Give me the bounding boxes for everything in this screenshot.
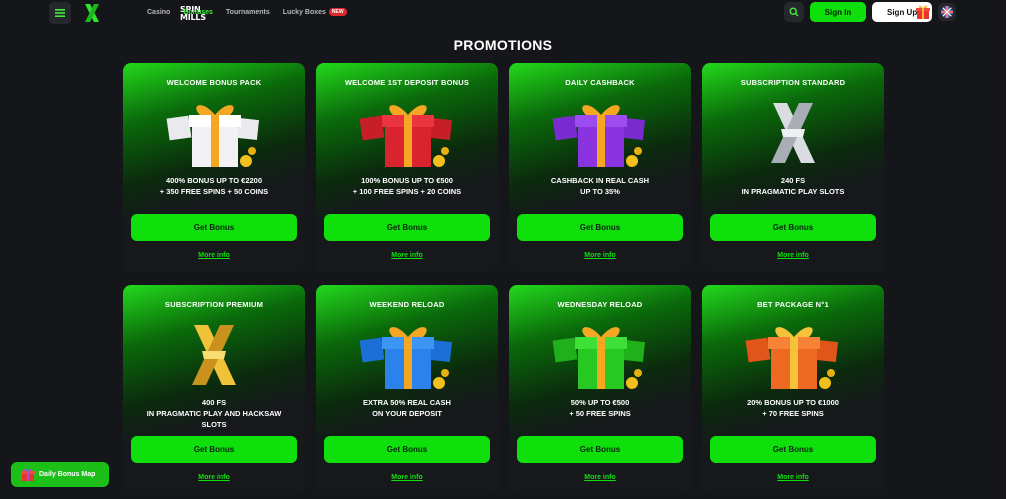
top-header: SPIN MILLS Casino Bonuses Tournaments Lu… — [0, 0, 1006, 26]
red-gift-icon — [359, 105, 452, 167]
search-icon — [789, 7, 799, 17]
more-info-link[interactable]: More info — [702, 252, 884, 259]
orange-gift-icon — [745, 327, 838, 389]
daily-bonus-map-button[interactable]: Daily Bonus Map — [11, 462, 109, 487]
nav-lucky-boxes-label: Lucky Boxes — [282, 9, 326, 16]
gold-x-icon — [192, 325, 236, 385]
promo-title: WELCOME 1ST DEPOSIT BONUS — [344, 78, 470, 87]
promo-title: DAILY CASHBACK — [565, 78, 635, 87]
promo-title: WEDNESDAY RELOAD — [557, 300, 643, 309]
more-info-link[interactable]: More info — [316, 474, 498, 481]
sign-in-button[interactable]: Sign In — [810, 2, 866, 22]
get-bonus-button[interactable]: Get Bonus — [710, 214, 876, 241]
more-info-link[interactable]: More info — [509, 252, 691, 259]
more-info-link[interactable]: More info — [702, 474, 884, 481]
more-info-link[interactable]: More info — [509, 474, 691, 481]
language-button[interactable] — [938, 3, 956, 21]
promo-description: 400% BONUS UP TO €2200 + 350 FREE SPINS … — [159, 176, 269, 196]
promo-card-welcome-1st-deposit: WELCOME 1ST DEPOSIT BONUS 100% BONUS UP … — [316, 63, 498, 272]
promo-title: BET PACKAGE N°1 — [757, 300, 829, 309]
uk-flag-icon — [941, 6, 953, 18]
nav-tournaments[interactable]: Tournaments — [226, 9, 270, 16]
promo-card-daily-cashback: DAILY CASHBACK CASHBACK IN REAL CASH UP … — [509, 63, 691, 272]
get-bonus-button[interactable]: Get Bonus — [324, 214, 490, 241]
promo-description: 50% UP TO €500 + 50 FREE SPINS — [569, 398, 631, 418]
gift-icon — [916, 5, 930, 19]
daily-bonus-map-label: Daily Bonus Map — [39, 471, 96, 478]
get-bonus-button[interactable]: Get Bonus — [517, 436, 683, 463]
promo-card-subscription-standard: SUBSCRIPTION STANDARD 240 FS IN PRAGMATI… — [702, 63, 884, 272]
green-gift-icon — [552, 327, 645, 389]
promo-card-bet-package-1: BET PACKAGE N°1 20% BONUS UP TO €1000 + … — [702, 285, 884, 494]
menu-button[interactable] — [49, 2, 71, 24]
gift-icon — [21, 468, 35, 481]
get-bonus-button[interactable]: Get Bonus — [517, 214, 683, 241]
app-window: SPIN MILLS Casino Bonuses Tournaments Lu… — [0, 0, 1006, 499]
promo-description: 240 FS IN PRAGMATIC PLAY SLOTS — [741, 176, 845, 196]
main-nav: Casino Bonuses Tournaments Lucky Boxes NE… — [147, 8, 347, 16]
white-gift-icon — [166, 105, 259, 167]
get-bonus-button[interactable]: Get Bonus — [324, 436, 490, 463]
promo-card-subscription-premium: SUBSCRIPTION PREMIUM 400 FS IN PRAGMATIC… — [123, 285, 305, 494]
hamburger-menu-icon — [55, 9, 65, 17]
purple-gift-icon — [552, 105, 645, 167]
nav-casino[interactable]: Casino — [147, 9, 170, 16]
get-bonus-button[interactable]: Get Bonus — [131, 436, 297, 463]
promo-description: EXTRA 50% REAL CASH ON YOUR DEPOSIT — [363, 398, 451, 418]
spin-mills-logo[interactable]: SPIN MILLS — [84, 2, 206, 24]
promo-description: 100% BONUS UP TO €500 + 100 FREE SPINS +… — [352, 176, 462, 196]
promo-card-weekend-reload: WEEKEND RELOAD EXTRA 50% REAL CASH ON YO… — [316, 285, 498, 494]
promo-title: SUBSCRIPTION STANDARD — [740, 78, 846, 87]
silver-x-icon — [771, 103, 815, 163]
logo-x-icon — [85, 4, 99, 22]
sign-up-button[interactable]: Sign Up — [872, 2, 932, 22]
new-badge: NEW — [328, 8, 347, 16]
page-scrollbar[interactable] — [1006, 0, 1024, 499]
promo-card-welcome-bonus-pack: WELCOME BONUS PACK 400% BONUS UP TO €220… — [123, 63, 305, 272]
blue-gift-icon — [359, 327, 452, 389]
get-bonus-button[interactable]: Get Bonus — [710, 436, 876, 463]
search-button[interactable] — [784, 2, 804, 22]
page-title: PROMOTIONS — [453, 37, 553, 53]
promo-description: 20% BONUS UP TO €1000 + 70 FREE SPINS — [747, 398, 839, 418]
sign-up-label: Sign Up — [887, 7, 918, 17]
promo-title: WELCOME BONUS PACK — [166, 78, 262, 87]
get-bonus-button[interactable]: Get Bonus — [131, 214, 297, 241]
nav-bonuses[interactable]: Bonuses — [183, 9, 213, 16]
more-info-link[interactable]: More info — [123, 474, 305, 481]
nav-lucky-boxes[interactable]: Lucky Boxes NEW — [283, 8, 347, 16]
more-info-link[interactable]: More info — [123, 252, 305, 259]
promo-title: SUBSCRIPTION PREMIUM — [164, 300, 264, 309]
promo-card-wednesday-reload: WEDNESDAY RELOAD 50% UP TO €500 + 50 FRE… — [509, 285, 691, 494]
promo-description: 400 FS IN PRAGMATIC PLAY AND HACKSAW SLO… — [146, 398, 282, 429]
more-info-link[interactable]: More info — [316, 252, 498, 259]
promo-description: CASHBACK IN REAL CASH UP TO 35% — [550, 176, 650, 196]
promo-title: WEEKEND RELOAD — [369, 300, 445, 309]
